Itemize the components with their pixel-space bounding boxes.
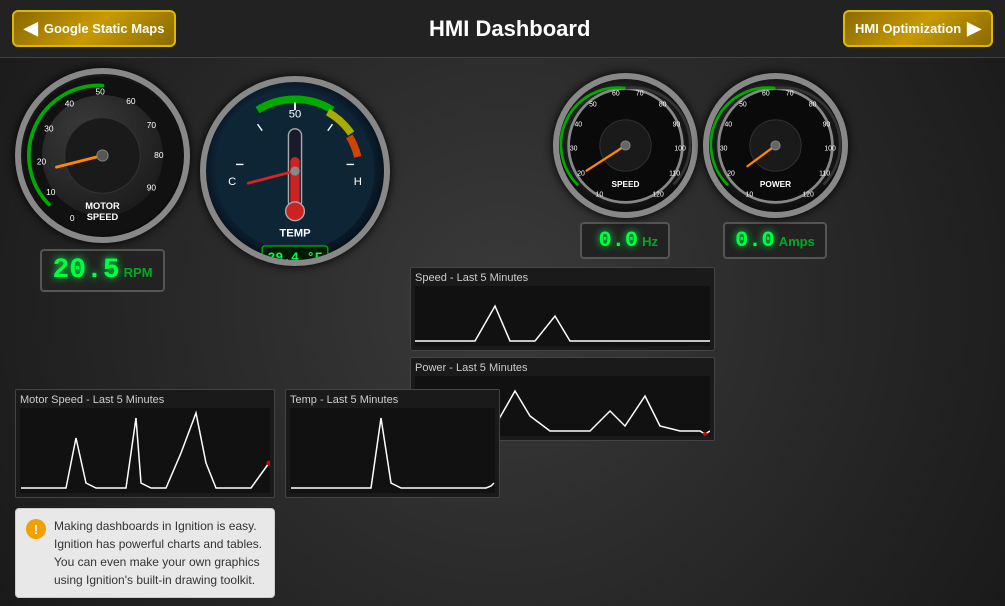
speed-display: 0.0 Hz — [580, 222, 670, 259]
svg-text:TEMP: TEMP — [279, 228, 311, 240]
svg-text:C: C — [228, 176, 236, 188]
svg-text:20: 20 — [37, 156, 47, 166]
svg-text:10: 10 — [46, 187, 56, 197]
svg-text:100: 100 — [824, 146, 836, 153]
svg-text:H: H — [354, 176, 362, 188]
svg-text:30: 30 — [719, 146, 727, 153]
svg-text:120: 120 — [652, 191, 664, 198]
svg-text:80: 80 — [154, 150, 164, 160]
svg-text:SPEED: SPEED — [611, 180, 639, 189]
speed-value: 0.0 — [599, 228, 639, 253]
svg-text:MOTOR: MOTOR — [85, 201, 120, 211]
svg-text:50: 50 — [289, 109, 302, 121]
info-icon: ! — [26, 519, 46, 539]
svg-text:80: 80 — [658, 102, 666, 109]
power-unit: Amps — [779, 234, 815, 249]
info-box: ! Making dashboards in Ignition is easy.… — [15, 508, 275, 598]
info-text: Making dashboards in Ignition is easy. I… — [54, 517, 264, 589]
svg-text:20: 20 — [727, 170, 735, 177]
power-gauge: 10 20 30 40 50 60 70 80 90 100 110 120 — [703, 73, 848, 218]
motor-speed-chart-title: Motor Speed - Last 5 Minutes — [20, 394, 270, 406]
svg-text:90: 90 — [147, 182, 157, 192]
svg-text:40: 40 — [724, 122, 732, 129]
svg-text:50: 50 — [96, 86, 106, 96]
svg-text:90: 90 — [822, 122, 830, 129]
power-value: 0.0 — [735, 228, 775, 253]
svg-text:40: 40 — [574, 122, 582, 129]
motor-speed-chart-panel: Motor Speed - Last 5 Minutes — [15, 389, 275, 498]
svg-text:80: 80 — [808, 102, 816, 109]
svg-text:30: 30 — [44, 124, 54, 134]
motor-speed-display: 20.5 RPM — [40, 249, 164, 292]
motor-speed-unit: RPM — [124, 265, 153, 280]
svg-text:110: 110 — [669, 170, 680, 177]
svg-text:70: 70 — [147, 120, 157, 130]
svg-text:70: 70 — [785, 91, 793, 98]
speed-chart-title: Speed - Last 5 Minutes — [415, 272, 710, 284]
right-arrow-icon: ▶ — [967, 18, 981, 39]
hmi-optimization-button[interactable]: HMI Optimization ▶ — [843, 10, 993, 47]
svg-text:0: 0 — [70, 213, 75, 223]
svg-text:30: 30 — [569, 146, 577, 153]
svg-text:110: 110 — [819, 170, 830, 177]
svg-text:50: 50 — [739, 102, 747, 109]
svg-text:10: 10 — [595, 191, 603, 198]
power-chart-title: Power - Last 5 Minutes — [415, 362, 710, 374]
svg-text:90: 90 — [672, 122, 680, 129]
svg-text:120: 120 — [802, 191, 814, 198]
svg-text:50: 50 — [589, 102, 597, 109]
page-title: HMI Dashboard — [176, 16, 843, 42]
power-display: 0.0 Amps — [723, 222, 827, 259]
temp-chart-title: Temp - Last 5 Minutes — [290, 394, 495, 406]
temp-chart-panel: Temp - Last 5 Minutes — [285, 389, 500, 498]
speed-gauge: 10 20 30 40 50 60 70 80 90 100 110 120 — [553, 73, 698, 218]
motor-speed-gauge: 0 10 20 30 40 50 60 70 80 — [15, 68, 190, 243]
header: ◀ Google Static Maps HMI Dashboard HMI O… — [0, 0, 1005, 58]
svg-text:20: 20 — [577, 170, 585, 177]
left-arrow-icon: ◀ — [24, 18, 38, 39]
hmi-optimization-label: HMI Optimization — [855, 21, 961, 36]
svg-text:POWER: POWER — [759, 180, 790, 189]
svg-text:40: 40 — [65, 99, 75, 109]
svg-text:29.4 °F: 29.4 °F — [267, 250, 322, 260]
svg-text:SPEED: SPEED — [87, 212, 119, 222]
svg-text:60: 60 — [612, 91, 620, 98]
svg-text:60: 60 — [762, 91, 770, 98]
svg-text:100: 100 — [674, 146, 686, 153]
temp-gauge: C H 50 TEMP 29.4 °F — [200, 76, 390, 266]
svg-text:60: 60 — [126, 96, 136, 106]
speed-chart-panel: Speed - Last 5 Minutes — [410, 267, 715, 351]
svg-text:70: 70 — [635, 91, 643, 98]
motor-speed-value: 20.5 — [52, 255, 119, 286]
speed-unit: Hz — [642, 234, 658, 249]
google-maps-button[interactable]: ◀ Google Static Maps — [12, 10, 176, 47]
google-maps-label: Google Static Maps — [44, 21, 165, 36]
svg-text:10: 10 — [745, 191, 753, 198]
